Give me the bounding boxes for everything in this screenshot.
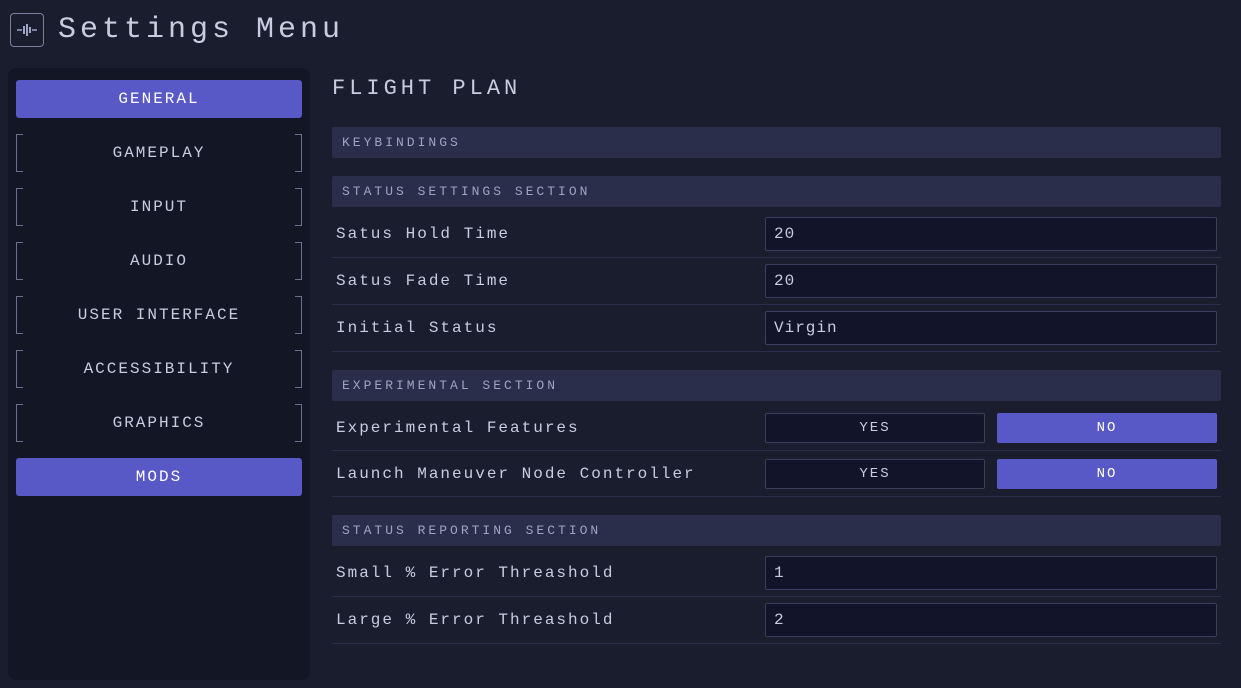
settings-sidebar: GENERAL GAMEPLAY INPUT AUDIO USER INTERF… [8, 68, 310, 680]
section-body-experimental: Experimental Features YES NO Launch Mane… [332, 405, 1221, 497]
toggle-experimental-features: YES NO [765, 413, 1217, 443]
toggle-launch-maneuver-yes[interactable]: YES [765, 459, 985, 489]
row-initial-status: Initial Status [332, 305, 1221, 352]
settings-icon [10, 13, 44, 47]
sidebar-item-label: ACCESSIBILITY [84, 360, 235, 378]
sidebar-item-accessibility[interactable]: ACCESSIBILITY [16, 350, 302, 388]
sidebar-item-user-interface[interactable]: USER INTERFACE [16, 296, 302, 334]
sidebar-item-audio[interactable]: AUDIO [16, 242, 302, 280]
sidebar-item-label: USER INTERFACE [78, 306, 240, 324]
control-status-fade-time [765, 264, 1217, 298]
label-status-hold-time: Satus Hold Time [336, 225, 765, 243]
control-status-hold-time [765, 217, 1217, 251]
section-header-status[interactable]: STATUS SETTINGS SECTION [332, 176, 1221, 207]
sidebar-item-label: GENERAL [118, 90, 199, 108]
section-header-experimental[interactable]: EXPERIMENTAL SECTION [332, 370, 1221, 401]
sidebar-item-label: AUDIO [130, 252, 188, 270]
sidebar-item-graphics[interactable]: GRAPHICS [16, 404, 302, 442]
control-initial-status [765, 311, 1217, 345]
control-experimental-features: YES NO [765, 413, 1217, 443]
sidebar-item-label: MODS [136, 468, 182, 486]
sidebar-item-gameplay[interactable]: GAMEPLAY [16, 134, 302, 172]
control-large-error [765, 603, 1217, 637]
control-small-error [765, 556, 1217, 590]
label-initial-status: Initial Status [336, 319, 765, 337]
page-heading: Settings Menu [58, 13, 344, 47]
section-header-keybindings[interactable]: KEYBINDINGS [332, 127, 1221, 158]
sidebar-item-mods[interactable]: MODS [16, 458, 302, 496]
input-initial-status[interactable] [765, 311, 1217, 345]
input-small-error[interactable] [765, 556, 1217, 590]
section-header-reporting[interactable]: STATUS REPORTING SECTION [332, 515, 1221, 546]
sidebar-item-input[interactable]: INPUT [16, 188, 302, 226]
input-large-error[interactable] [765, 603, 1217, 637]
input-status-fade-time[interactable] [765, 264, 1217, 298]
row-status-fade-time: Satus Fade Time [332, 258, 1221, 305]
mod-title: FLIGHT PLAN [332, 76, 1221, 101]
sidebar-item-label: GRAPHICS [113, 414, 206, 432]
section-body-status: Satus Hold Time Satus Fade Time Initial … [332, 211, 1221, 352]
sidebar-item-general[interactable]: GENERAL [16, 80, 302, 118]
row-launch-maneuver: Launch Maneuver Node Controller YES NO [332, 451, 1221, 497]
row-status-hold-time: Satus Hold Time [332, 211, 1221, 258]
toggle-experimental-features-no[interactable]: NO [997, 413, 1217, 443]
label-launch-maneuver: Launch Maneuver Node Controller [336, 465, 765, 483]
label-experimental-features: Experimental Features [336, 419, 765, 437]
label-large-error: Large % Error Threashold [336, 611, 765, 629]
input-status-hold-time[interactable] [765, 217, 1217, 251]
app-body: GENERAL GAMEPLAY INPUT AUDIO USER INTERF… [0, 60, 1241, 688]
row-small-error: Small % Error Threashold [332, 550, 1221, 597]
settings-main: FLIGHT PLAN KEYBINDINGS STATUS SETTINGS … [320, 68, 1233, 680]
app-header: Settings Menu [0, 0, 1241, 60]
sidebar-item-label: GAMEPLAY [113, 144, 206, 162]
sidebar-item-label: INPUT [130, 198, 188, 216]
toggle-launch-maneuver-no[interactable]: NO [997, 459, 1217, 489]
row-large-error: Large % Error Threashold [332, 597, 1221, 644]
section-body-reporting: Small % Error Threashold Large % Error T… [332, 550, 1221, 644]
label-small-error: Small % Error Threashold [336, 564, 765, 582]
label-status-fade-time: Satus Fade Time [336, 272, 765, 290]
row-experimental-features: Experimental Features YES NO [332, 405, 1221, 451]
control-launch-maneuver: YES NO [765, 459, 1217, 489]
toggle-launch-maneuver: YES NO [765, 459, 1217, 489]
toggle-experimental-features-yes[interactable]: YES [765, 413, 985, 443]
